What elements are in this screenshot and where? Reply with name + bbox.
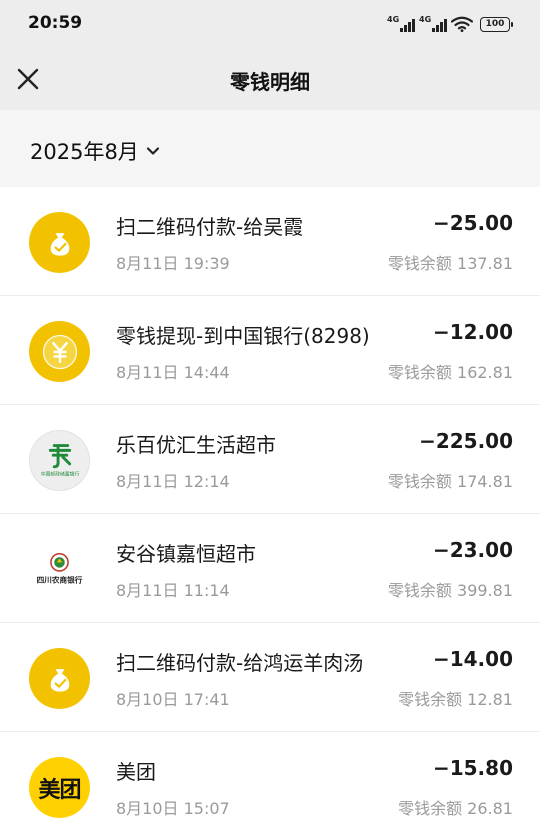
transaction-amount: −15.80 xyxy=(432,756,513,780)
transaction-time: 8月11日 12:14 xyxy=(116,472,230,491)
nav-bar: 零钱明细 xyxy=(0,50,540,110)
balance-after: 零钱余额 399.81 xyxy=(387,581,513,600)
meituan-logo-icon: 美团 xyxy=(29,757,90,818)
transaction-time: 8月10日 17:41 xyxy=(116,690,230,709)
transaction-time: 8月11日 11:14 xyxy=(116,581,230,600)
transaction-row[interactable]: 扫二维码付款-给吴霞 8月11日 19:39 −25.00 零钱余额 137.8… xyxy=(0,187,540,296)
battery-icon: 100 xyxy=(480,16,513,32)
month-filter-bar: 2025年8月 xyxy=(0,110,540,187)
transaction-time: 8月11日 14:44 xyxy=(116,363,230,382)
cellular-signal-icon-2: 4G xyxy=(419,15,447,32)
balance-after: 零钱余额 162.81 xyxy=(387,363,513,382)
network-type-label: 4G xyxy=(387,15,400,24)
transaction-time: 8月10日 15:07 xyxy=(116,799,230,818)
balance-after: 零钱余额 12.81 xyxy=(398,690,513,709)
yuan-coin-icon xyxy=(29,321,90,382)
china-post-bank-logo-icon: 中国邮政储蓄银行 xyxy=(29,430,90,491)
sichuan-rural-bank-logo-icon: 四川农商银行 xyxy=(29,539,90,600)
transaction-row[interactable]: 美团 美团 8月10日 15:07 −15.80 零钱余额 26.81 xyxy=(0,732,540,840)
wifi-icon xyxy=(451,16,473,32)
transaction-amount: −12.00 xyxy=(432,320,513,344)
status-bar: 20:59 4G 4G 100 xyxy=(0,0,540,50)
status-time: 20:59 xyxy=(28,13,83,33)
transaction-row[interactable]: 零钱提现-到中国银行(8298) 8月11日 14:44 −12.00 零钱余额… xyxy=(0,296,540,405)
transaction-row[interactable]: 扫二维码付款-给鸿运羊肉汤 8月10日 17:41 −14.00 零钱余额 12… xyxy=(0,623,540,732)
transaction-amount: −25.00 xyxy=(432,211,513,235)
balance-after: 零钱余额 174.81 xyxy=(387,472,513,491)
transaction-title: 零钱提现-到中国银行(8298) xyxy=(116,324,370,348)
money-bag-icon xyxy=(29,648,90,709)
page-title: 零钱明细 xyxy=(230,70,310,94)
meituan-logo-text: 美团 xyxy=(38,777,81,803)
transaction-time: 8月11日 19:39 xyxy=(116,254,230,273)
chevron-down-icon xyxy=(146,147,159,155)
transaction-title: 美团 xyxy=(116,760,156,784)
month-selector[interactable]: 2025年8月 xyxy=(30,136,161,166)
transaction-row[interactable]: 四川农商银行 安谷镇嘉恒超市 8月11日 11:14 −23.00 零钱余额 3… xyxy=(0,514,540,623)
transaction-title: 乐百优汇生活超市 xyxy=(116,433,276,457)
transaction-amount: −14.00 xyxy=(432,647,513,671)
transaction-list: 扫二维码付款-给吴霞 8月11日 19:39 −25.00 零钱余额 137.8… xyxy=(0,187,540,840)
balance-after: 零钱余额 137.81 xyxy=(387,254,513,273)
cellular-signal-icon: 4G xyxy=(387,15,415,32)
transaction-title: 扫二维码付款-给鸿运羊肉汤 xyxy=(116,651,364,675)
svg-text:中国邮政储蓄银行: 中国邮政储蓄银行 xyxy=(40,470,79,477)
transaction-row[interactable]: 中国邮政储蓄银行 乐百优汇生活超市 8月11日 12:14 −225.00 零钱… xyxy=(0,405,540,514)
transaction-amount: −225.00 xyxy=(419,429,513,453)
transaction-amount: −23.00 xyxy=(432,538,513,562)
transaction-title: 安谷镇嘉恒超市 xyxy=(116,542,256,566)
money-bag-icon xyxy=(29,212,90,273)
transaction-title: 扫二维码付款-给吴霞 xyxy=(116,215,304,239)
balance-after: 零钱余额 26.81 xyxy=(398,799,513,818)
svg-text:四川农商银行: 四川农商银行 xyxy=(37,574,83,584)
status-icons: 4G 4G 100 xyxy=(387,14,513,34)
network-type-label-2: 4G xyxy=(419,15,432,24)
month-label: 2025年8月 xyxy=(30,140,139,164)
